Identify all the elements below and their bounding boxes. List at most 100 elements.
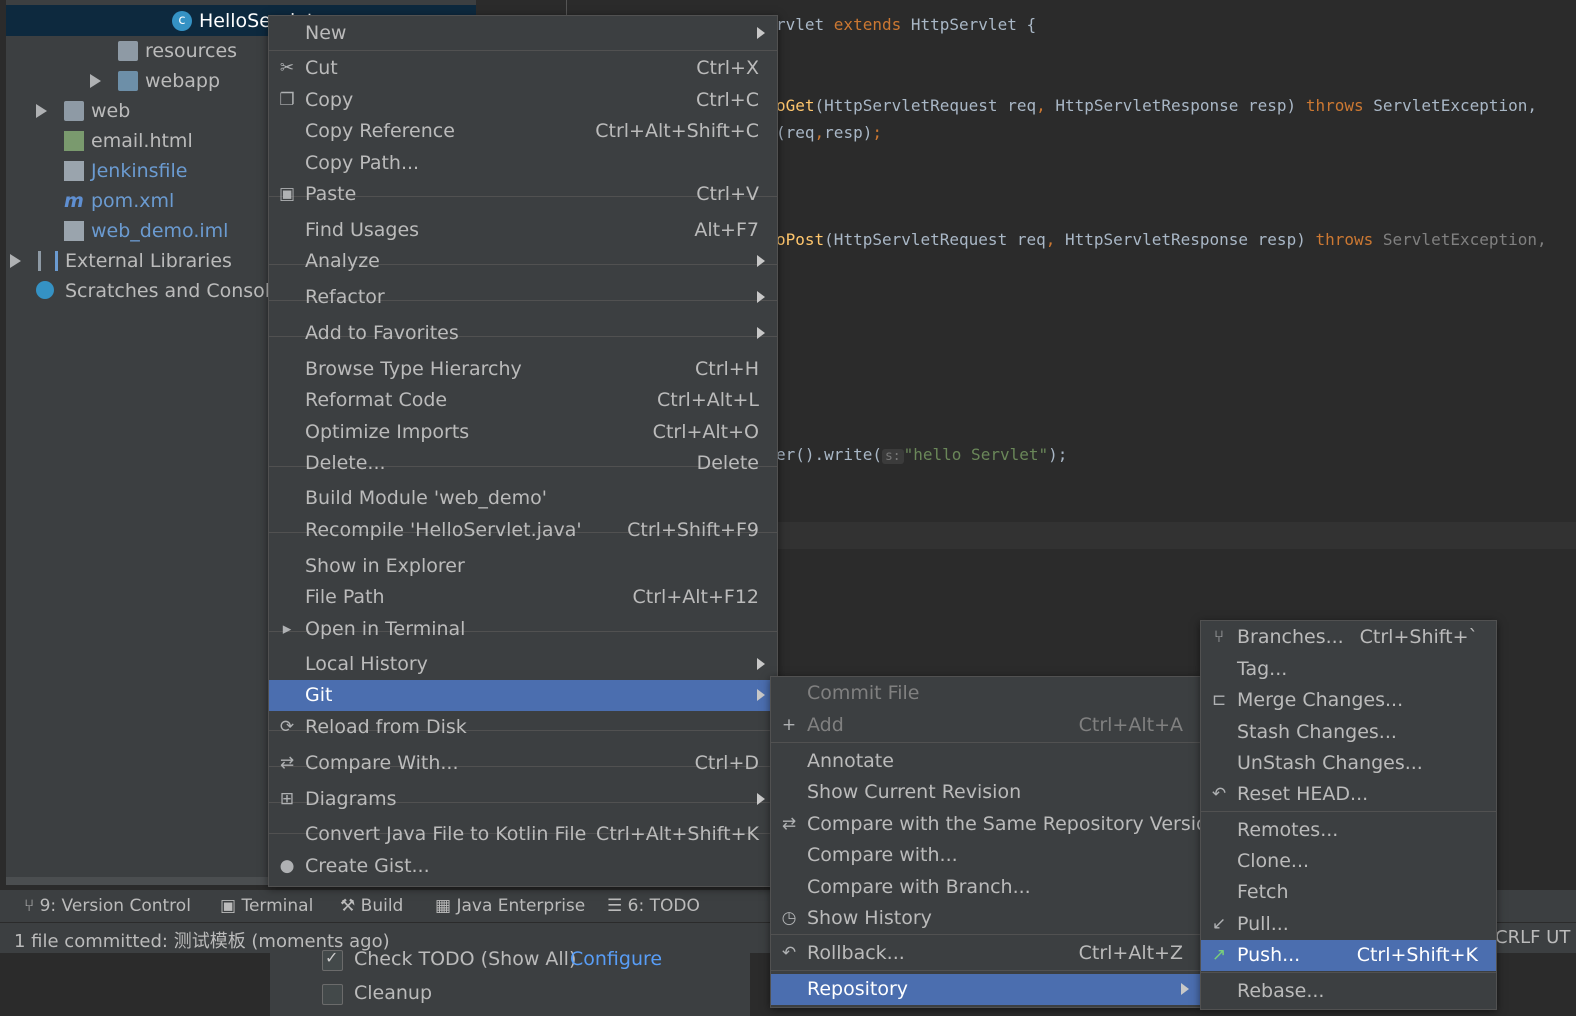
menu-item-local-history[interactable]: Local History	[269, 649, 777, 680]
menu-item-new[interactable]: New	[269, 18, 777, 49]
menu-item-stash-changes[interactable]: Stash Changes...	[1201, 717, 1496, 748]
menu-item-analyze[interactable]: Analyze	[269, 246, 777, 277]
menu-item-show-history[interactable]: ◷ Show History	[771, 903, 1201, 934]
menu-item-copy-path[interactable]: Copy Path...	[269, 148, 777, 179]
code-line-dopost: oPost(HttpServletRequest req, HttpServle…	[776, 230, 1547, 249]
build-tab[interactable]: ⚒ Build	[340, 896, 403, 916]
expand-arrow-icon[interactable]	[36, 104, 47, 118]
menu-item-commit-file[interactable]: Commit File	[771, 678, 1201, 709]
menu-item-annotate[interactable]: Annotate	[771, 746, 1201, 777]
menu-item-add[interactable]: + Add Ctrl+Alt+A	[771, 710, 1201, 741]
menu-item-label: Merge Changes...	[1237, 689, 1404, 711]
todo-tab[interactable]: ☰ 6: TODO	[607, 896, 700, 916]
menu-item-repository[interactable]: Repository	[771, 974, 1201, 1005]
menu-item-diagrams[interactable]: ⊞ Diagrams	[269, 784, 777, 815]
menu-item-show-current-revision[interactable]: Show Current Revision	[771, 777, 1201, 808]
line-separator-indicator[interactable]: CRLF UT	[1495, 927, 1570, 948]
expand-arrow-icon[interactable]	[90, 74, 101, 88]
menu-item-label: Fetch	[1237, 881, 1289, 903]
menu-item-optimize-imports[interactable]: Optimize Imports Ctrl+Alt+O	[269, 417, 777, 448]
check-todo-checkbox[interactable]: ✓	[322, 948, 343, 971]
menu-item-branches[interactable]: ⑂ Branches... Ctrl+Shift+`	[1201, 622, 1496, 653]
code-line-doget: oGet(HttpServletRequest req, HttpServlet…	[776, 96, 1538, 115]
menu-item-git[interactable]: Git	[269, 680, 777, 711]
menu-item-shortcut: Ctrl+Alt+O	[652, 421, 759, 443]
menu-item-delete[interactable]: Delete... Delete	[269, 448, 777, 479]
submenu-arrow-icon	[757, 793, 765, 805]
menu-item-compare-with[interactable]: ⇄ Compare With... Ctrl+D	[269, 748, 777, 779]
submenu-arrow-icon	[757, 255, 765, 267]
menu-item-refactor[interactable]: Refactor	[269, 282, 777, 313]
menu-item-shortcut: Ctrl+Shift+F9	[627, 519, 759, 541]
menu-item-shortcut: Ctrl+Alt+Z	[1078, 942, 1183, 964]
menu-item-file-path[interactable]: File Path Ctrl+Alt+F12	[269, 582, 777, 613]
menu-item-fetch[interactable]: Fetch	[1201, 877, 1496, 908]
code-line-call: (req,resp);	[776, 123, 882, 142]
submenu-arrow-icon	[757, 27, 765, 39]
menu-item-unstash-changes[interactable]: UnStash Changes...	[1201, 748, 1496, 779]
menu-item-merge-changes[interactable]: ⊏ Merge Changes...	[1201, 685, 1496, 716]
menu-item-label: Compare with...	[807, 844, 958, 866]
menu-item-convert-java-file-to-kotlin-file[interactable]: Convert Java File to Kotlin File Ctrl+Alt…	[269, 819, 777, 850]
check-todo-label: Check TODO (Show All)	[354, 948, 577, 970]
maven-icon: m	[64, 190, 84, 212]
menu-item-tag[interactable]: Tag...	[1201, 654, 1496, 685]
code-line-write: er().write(s: "hello Servlet");	[776, 445, 1068, 464]
branches-icon: ⑂	[1213, 627, 1225, 647]
menu-item-copy-reference[interactable]: Copy Reference Ctrl+Alt+Shift+C	[269, 116, 777, 147]
menu-item-shortcut: Ctrl+X	[696, 57, 759, 79]
menu-separator	[771, 970, 1201, 971]
menu-item-shortcut: Ctrl+Shift+K	[1356, 944, 1478, 966]
menu-item-clone[interactable]: Clone...	[1201, 846, 1496, 877]
menu-item-copy[interactable]: ❐ Copy Ctrl+C	[269, 85, 777, 116]
menu-item-paste[interactable]: ▣ Paste Ctrl+V	[269, 179, 777, 210]
menu-item-show-in-explorer[interactable]: Show in Explorer	[269, 551, 777, 582]
menu-item-label: Copy	[305, 89, 354, 111]
menu-item-shortcut: Ctrl+Alt+F12	[632, 586, 759, 608]
menu-item-label: Show History	[807, 907, 932, 929]
menu-item-reset-head[interactable]: ↶ Reset HEAD...	[1201, 779, 1496, 810]
java-enterprise-tab[interactable]: ▦ Java Enterprise	[435, 896, 585, 916]
menu-item-rebase[interactable]: Rebase...	[1201, 976, 1496, 1007]
expand-arrow-icon[interactable]	[10, 254, 21, 268]
menu-item-compare-with[interactable]: Compare with...	[771, 840, 1201, 871]
menu-item-label: Add to Favorites	[305, 322, 459, 344]
menu-item-create-gist[interactable]: ● Create Gist...	[269, 851, 777, 882]
menu-item-compare-with-the-same-repository-version[interactable]: ⇄ Compare with the Same Repository Versio…	[771, 809, 1220, 840]
menu-item-build-module-web-demo[interactable]: Build Module 'web_demo'	[269, 483, 777, 514]
version-control-tab[interactable]: ⑂ 9: Version Control	[24, 896, 191, 916]
menu-item-find-usages[interactable]: Find Usages Alt+F7	[269, 215, 777, 246]
menu-item-shortcut: Ctrl+V	[696, 183, 759, 205]
menu-item-label: Repository	[807, 978, 909, 1000]
folder-icon	[118, 71, 138, 91]
configure-link[interactable]: Configure	[570, 948, 662, 970]
menu-item-push[interactable]: ↗ Push... Ctrl+Shift+K	[1201, 940, 1496, 971]
menu-item-label: Find Usages	[305, 219, 420, 241]
library-icon	[38, 251, 58, 271]
tree-item-label: web	[91, 100, 131, 122]
menu-item-label: Add	[807, 714, 844, 736]
menu-item-reformat-code[interactable]: Reformat Code Ctrl+Alt+L	[269, 385, 777, 416]
html-file-icon	[64, 131, 84, 151]
menu-item-browse-type-hierarchy[interactable]: Browse Type Hierarchy Ctrl+H	[269, 354, 777, 385]
menu-item-shortcut: Ctrl+Alt+L	[657, 389, 759, 411]
menu-item-label: Delete...	[305, 452, 386, 474]
menu-item-label: Create Gist...	[305, 855, 430, 877]
menu-item-open-in-terminal[interactable]: ▸ Open in Terminal	[269, 614, 777, 645]
cleanup-checkbox[interactable]	[322, 984, 343, 1005]
menu-item-rollback[interactable]: ↶ Rollback... Ctrl+Alt+Z	[771, 938, 1201, 969]
menu-item-add-to-favorites[interactable]: Add to Favorites	[269, 318, 777, 349]
menu-item-reload-from-disk[interactable]: ⟳ Reload from Disk	[269, 712, 777, 743]
menu-separator	[269, 50, 777, 51]
menu-item-label: Compare with the Same Repository Version	[807, 813, 1220, 835]
menu-item-shortcut: Ctrl+D	[694, 752, 759, 774]
menu-item-cut[interactable]: ✂ Cut Ctrl+X	[269, 53, 777, 84]
menu-item-label: Reload from Disk	[305, 716, 467, 738]
menu-item-remotes[interactable]: Remotes...	[1201, 815, 1496, 846]
menu-item-compare-with-branch[interactable]: Compare with Branch...	[771, 872, 1201, 903]
terminal-tab[interactable]: ▣ Terminal	[220, 896, 313, 916]
menu-item-label: Git	[305, 684, 333, 706]
menu-item-pull[interactable]: ↙ Pull...	[1201, 909, 1496, 940]
menu-item-recompile-helloservlet-java[interactable]: Recompile 'HelloServlet.java' Ctrl+Shift+…	[269, 515, 777, 546]
menu-item-shortcut: Ctrl+Shift+`	[1359, 626, 1478, 648]
